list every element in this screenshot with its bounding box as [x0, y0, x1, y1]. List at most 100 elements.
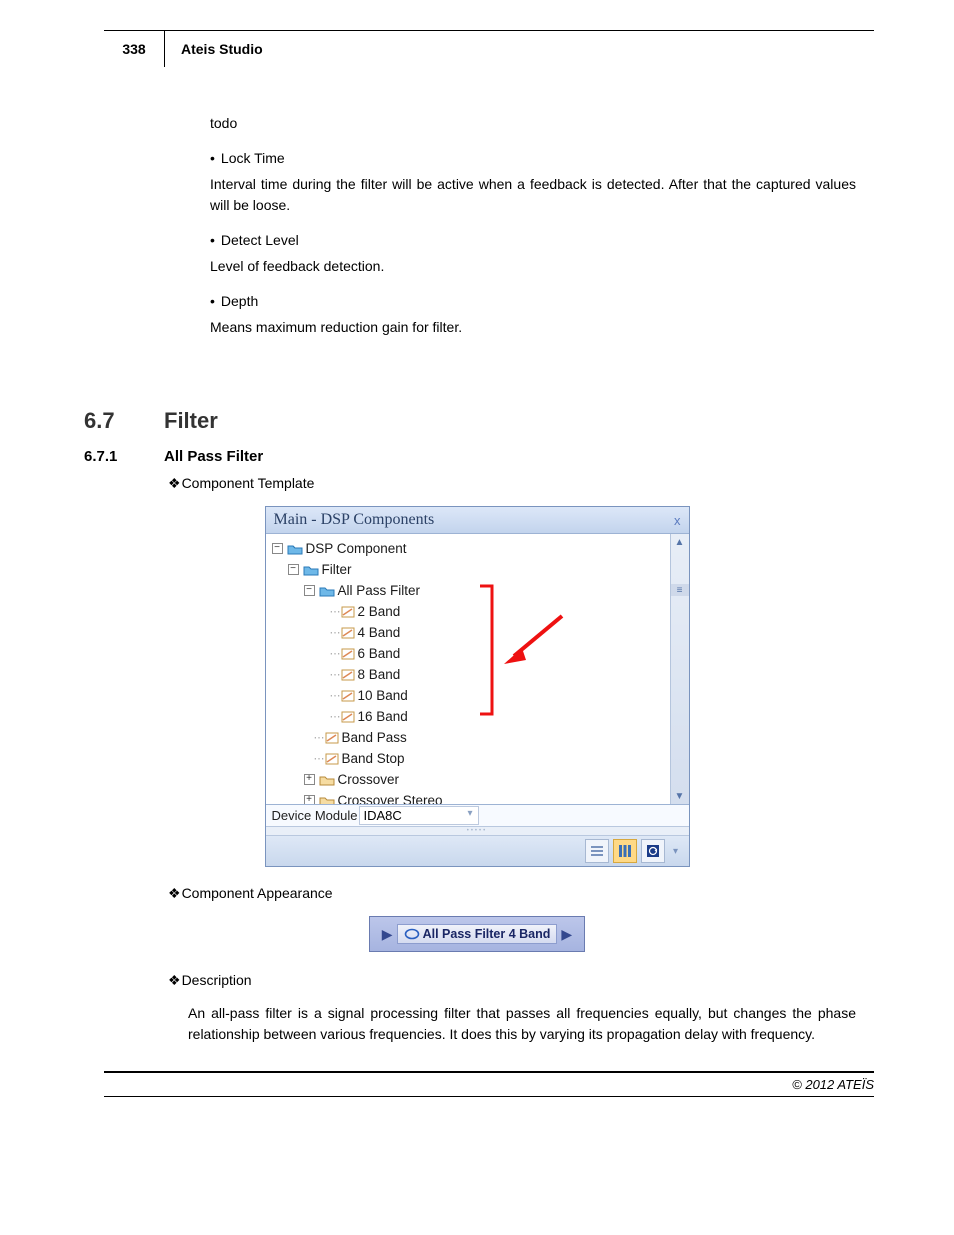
tree-item[interactable]: − Filter — [272, 559, 664, 580]
input-port-icon[interactable]: ▶ — [382, 926, 393, 943]
tree-item[interactable]: + Crossover — [272, 769, 664, 790]
tree-label: 2 Band — [358, 604, 401, 619]
component-icon — [341, 669, 355, 681]
collapse-icon[interactable]: − — [272, 543, 283, 554]
label-text: Component Template — [182, 475, 315, 491]
page-footer: © 2012 ATEÏS — [104, 1071, 874, 1097]
tree-item[interactable]: ⋯ 10 Band — [272, 685, 664, 706]
tree-item[interactable]: ⋯ Band Stop — [272, 748, 664, 769]
bullet-label: Depth — [221, 293, 258, 309]
subsection-title: All Pass Filter — [164, 448, 263, 465]
dsp-components-panel: Main - DSP Components x − — [265, 506, 690, 867]
folder-icon — [287, 543, 303, 555]
close-icon[interactable]: x — [674, 513, 681, 528]
tree-item[interactable]: − DSP Component — [272, 538, 664, 559]
device-module-select[interactable]: IDA8C — [359, 806, 479, 825]
component-appearance-label: ❖Component Appearance — [168, 885, 874, 902]
tree-label: Band Stop — [342, 751, 405, 766]
component-icon — [404, 928, 420, 940]
tree-connector: ⋯ — [330, 605, 340, 618]
expand-icon[interactable]: + — [304, 795, 315, 804]
panel-footer: ▾ — [266, 836, 689, 866]
folder-icon — [303, 564, 319, 576]
tree-label: 6 Band — [358, 646, 401, 661]
tree-item[interactable]: − All Pass Filter — [272, 580, 664, 601]
component-label: All Pass Filter 4 Band — [423, 927, 551, 941]
scroll-down-icon[interactable]: ▼ — [671, 788, 689, 804]
page-number: 338 — [104, 31, 165, 67]
folder-icon — [319, 795, 335, 805]
bullet-desc: Level of feedback detection. — [210, 256, 856, 277]
collapse-icon[interactable]: − — [304, 585, 315, 596]
component-icon — [341, 606, 355, 618]
list-view-button[interactable] — [585, 839, 609, 863]
label-text: Component Appearance — [182, 885, 333, 901]
description-label: ❖Description — [168, 972, 874, 989]
diamond-icon: ❖ — [168, 972, 181, 988]
bullet-label: Lock Time — [221, 150, 285, 166]
tree-connector: ⋯ — [314, 731, 324, 744]
tree-item[interactable]: ⋯ 4 Band — [272, 622, 664, 643]
bullet-lock-time: • Lock Time — [210, 150, 856, 166]
bullet-icon: • — [210, 232, 215, 248]
component-icon — [325, 753, 339, 765]
bullet-icon: • — [210, 293, 215, 309]
tree-item[interactable]: ⋯ 6 Band — [272, 643, 664, 664]
subsection-number: 6.7.1 — [84, 448, 164, 465]
tree-connector: ⋯ — [314, 752, 324, 765]
section-number: 6.7 — [84, 408, 164, 434]
bullet-desc: Means maximum reduction gain for filter. — [210, 317, 856, 338]
bullet-desc: Interval time during the filter will be … — [210, 174, 856, 216]
label-text: Description — [182, 972, 252, 988]
tree-item[interactable]: ⋯ Band Pass — [272, 727, 664, 748]
page-header: 338 Ateis Studio — [104, 30, 874, 67]
section-title: Filter — [164, 408, 218, 434]
tree-label: 10 Band — [358, 688, 408, 703]
output-port-icon[interactable]: ▶ — [561, 926, 572, 943]
header-title: Ateis Studio — [165, 31, 874, 67]
refresh-button[interactable] — [641, 839, 665, 863]
bullet-detect-level: • Detect Level — [210, 232, 856, 248]
component-template-label: ❖Component Template — [168, 475, 874, 492]
component-icon — [341, 648, 355, 660]
diamond-icon: ❖ — [168, 885, 181, 901]
select-value: IDA8C — [364, 808, 402, 823]
tree-item[interactable]: ⋯ 2 Band — [272, 601, 664, 622]
tree-connector: ⋯ — [330, 668, 340, 681]
tree-label: Band Pass — [342, 730, 407, 745]
refresh-icon — [646, 844, 660, 858]
component-icon — [341, 690, 355, 702]
tree-label: Crossover — [338, 772, 400, 787]
collapse-icon[interactable]: − — [288, 564, 299, 575]
expand-icon[interactable]: + — [304, 774, 315, 785]
tree-label: Filter — [322, 562, 352, 577]
columns-icon — [618, 844, 632, 858]
component-icon — [341, 627, 355, 639]
tree-connector: ⋯ — [330, 710, 340, 723]
tree-connector: ⋯ — [330, 689, 340, 702]
todo-text: todo — [210, 113, 856, 134]
copyright-text: © 2012 ATEÏS — [792, 1077, 874, 1092]
tree-item[interactable]: ⋯ 8 Band — [272, 664, 664, 685]
tree-label: Crossover Stereo — [338, 793, 443, 804]
device-module-label: Device Module — [266, 805, 359, 826]
bullet-icon: • — [210, 150, 215, 166]
scrollbar[interactable]: ▲ ≡ ▼ — [670, 534, 689, 804]
scroll-up-icon[interactable]: ▲ — [671, 534, 689, 550]
subsection-heading: 6.7.1 All Pass Filter — [84, 448, 874, 465]
component-block[interactable]: ▶ All Pass Filter 4 Band ▶ — [369, 916, 585, 952]
description-text: An all-pass filter is a signal processin… — [188, 1003, 856, 1045]
footer-dropdown[interactable]: ▾ — [669, 846, 683, 857]
list-icon — [590, 844, 604, 858]
tree-label: 4 Band — [358, 625, 401, 640]
tree-connector: ⋯ — [330, 647, 340, 660]
bullet-label: Detect Level — [221, 232, 299, 248]
scroll-thumb[interactable]: ≡ — [671, 584, 689, 596]
panel-grip[interactable]: ••••• — [266, 826, 689, 836]
column-view-button[interactable] — [613, 839, 637, 863]
tree-item[interactable]: + Crossover Stereo — [272, 790, 664, 804]
component-label-box: All Pass Filter 4 Band — [397, 924, 558, 944]
component-icon — [325, 732, 339, 744]
tree-item[interactable]: ⋯ 16 Band — [272, 706, 664, 727]
component-tree[interactable]: − DSP Component − Filter − All Pa — [266, 534, 670, 804]
